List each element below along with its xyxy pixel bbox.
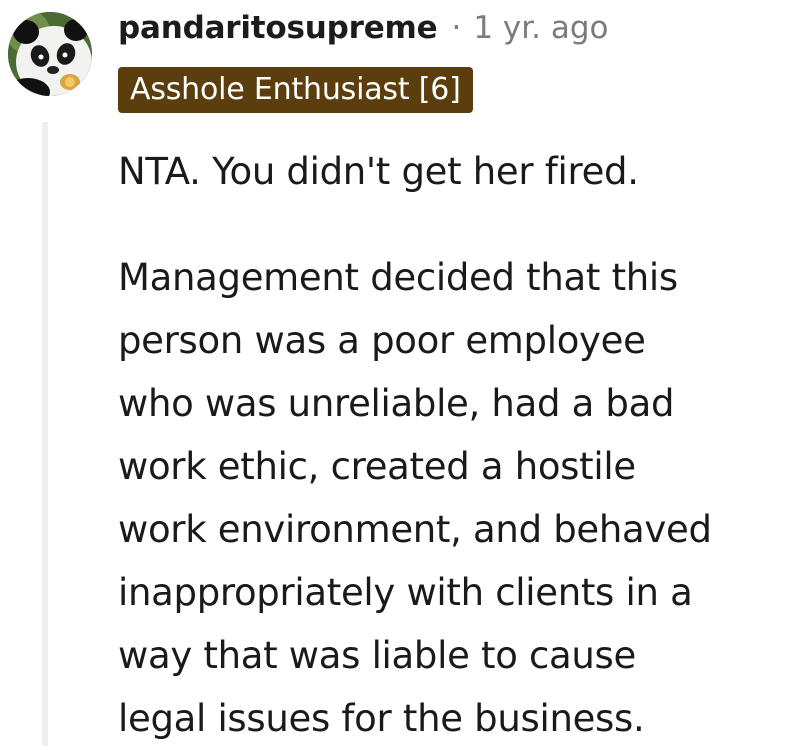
- panda-avatar-icon: [8, 12, 92, 96]
- thread-collapse-line[interactable]: [42, 122, 48, 746]
- comment-line: work ethic, created a hostile: [118, 445, 636, 488]
- comment-line: way that was liable to cause: [118, 634, 637, 677]
- user-flair-badge: Asshole Enthusiast [6]: [118, 67, 473, 113]
- username-link[interactable]: pandaritosupreme: [118, 10, 438, 46]
- comment-line: NTA. You didn't get her fired.: [118, 150, 639, 193]
- user-avatar[interactable]: [8, 12, 92, 96]
- comment-timestamp[interactable]: 1 yr. ago: [473, 10, 608, 46]
- comment-line: Management decided that this: [118, 256, 678, 299]
- comment-paragraph: NTA. You didn't get her fired.: [118, 140, 778, 203]
- comment-line: who was unreliable, had a bad: [118, 382, 675, 425]
- comment-line: inappropriately with clients in a: [118, 571, 693, 614]
- comment-line: legal issues for the business.: [118, 697, 645, 740]
- comment-line: person was a poor employee: [118, 319, 646, 362]
- comment-line: work environment, and behaved: [118, 508, 712, 551]
- comment-body: NTA. You didn't get her fired. Managemen…: [118, 140, 778, 750]
- comment-paragraph: Management decided that this person was …: [118, 246, 778, 750]
- comment-header: pandaritosupreme · 1 yr. ago: [118, 8, 609, 48]
- meta-separator: ·: [451, 10, 462, 46]
